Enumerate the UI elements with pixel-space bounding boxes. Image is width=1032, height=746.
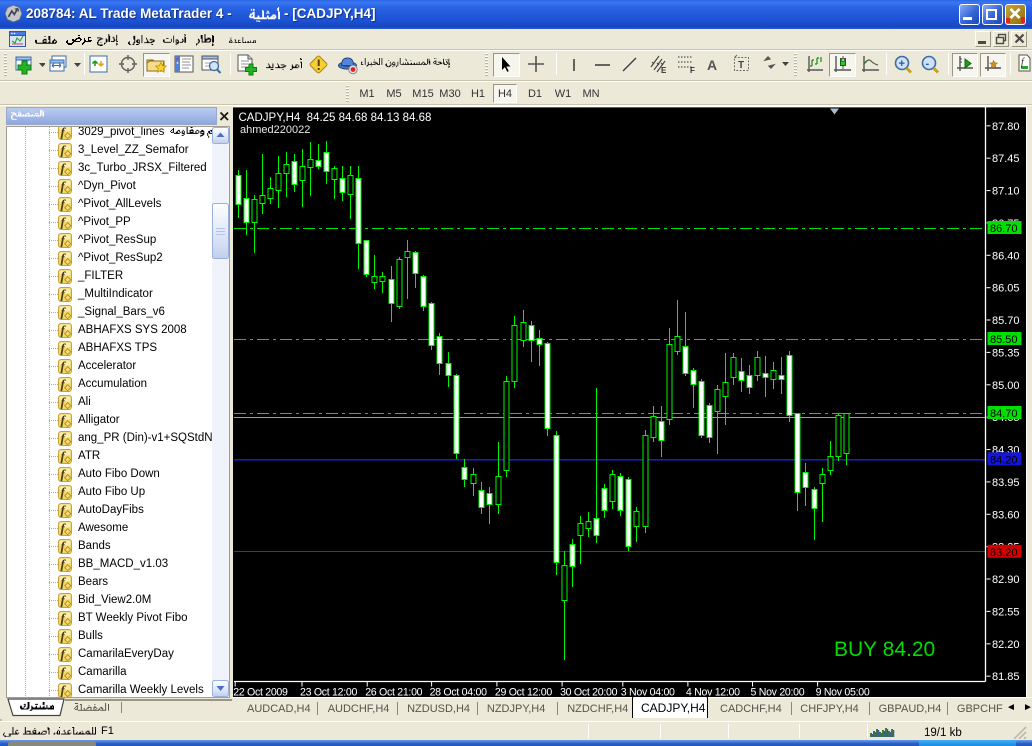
svg-text:82.55: 82.55 xyxy=(992,606,1020,618)
svg-text:85.50: 85.50 xyxy=(990,334,1018,346)
svg-text:+: + xyxy=(899,58,905,70)
svg-text:87.80: 87.80 xyxy=(992,121,1020,133)
svg-text:ahmed220022: ahmed220022 xyxy=(240,124,310,136)
svg-text:85.70: 85.70 xyxy=(992,315,1020,327)
svg-text:82.90: 82.90 xyxy=(992,574,1020,586)
svg-text:87.10: 87.10 xyxy=(992,186,1020,198)
svg-text:T: T xyxy=(738,60,744,71)
svg-text:E: E xyxy=(661,66,667,75)
svg-text:85.35: 85.35 xyxy=(992,347,1020,359)
svg-text:86.05: 86.05 xyxy=(992,283,1020,295)
svg-text:81.85: 81.85 xyxy=(992,671,1020,683)
svg-text:83.20: 83.20 xyxy=(990,547,1018,559)
svg-text:BUY 84.20: BUY 84.20 xyxy=(834,638,935,661)
svg-text:84.70: 84.70 xyxy=(990,408,1018,420)
svg-text:84.20: 84.20 xyxy=(990,454,1018,466)
svg-text:82.20: 82.20 xyxy=(992,639,1020,651)
svg-text:85.00: 85.00 xyxy=(992,380,1020,392)
svg-text:-: - xyxy=(926,58,930,70)
svg-text:86.70: 86.70 xyxy=(990,223,1018,235)
svg-text:87.45: 87.45 xyxy=(992,153,1020,165)
svg-text:CADJPY,H4 84.25 84.68 84.13 8: CADJPY,H4 84.25 84.68 84.13 84.68 xyxy=(239,112,432,124)
svg-text:F: F xyxy=(690,66,695,75)
svg-text:83.60: 83.60 xyxy=(992,509,1020,521)
svg-text:83.95: 83.95 xyxy=(992,477,1020,489)
svg-text:86.40: 86.40 xyxy=(992,250,1020,262)
